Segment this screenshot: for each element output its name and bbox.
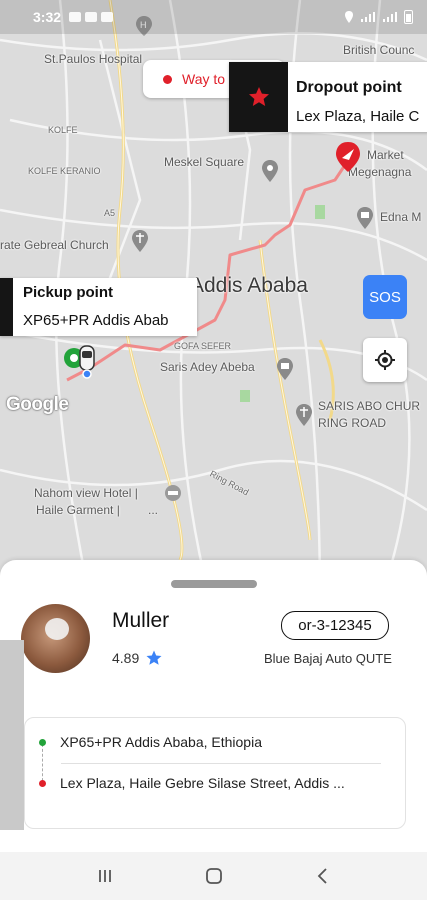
pickup-dot-icon bbox=[39, 738, 46, 746]
status-bar: 3:32 bbox=[0, 0, 427, 34]
notification-icon bbox=[69, 12, 82, 22]
shopping-pin-icon bbox=[277, 358, 293, 380]
system-navigation-bar bbox=[0, 852, 427, 900]
crosshair-icon bbox=[375, 350, 395, 370]
driver-name: Muller bbox=[112, 609, 170, 632]
notification-icon bbox=[101, 12, 114, 22]
status-time: 3:32 bbox=[33, 9, 62, 25]
map-label: Edna M bbox=[380, 210, 422, 224]
driver-avatar bbox=[21, 604, 90, 673]
map-label: Nahom view Hotel | bbox=[34, 486, 138, 500]
pickup-address: XP65+PR Addis Abab bbox=[23, 312, 169, 329]
mall-pin-icon bbox=[357, 207, 373, 229]
rating-value: 4.89 bbox=[112, 650, 140, 666]
red-dot-icon bbox=[163, 74, 172, 84]
back-button[interactable] bbox=[303, 856, 343, 896]
sheet-drag-handle[interactable] bbox=[171, 580, 257, 588]
screen: St.Paulos Hospital British Counc Meskel … bbox=[0, 0, 427, 900]
route-pickup-address: XP65+PR Addis Ababa, Ethiopia bbox=[60, 734, 262, 750]
map-label: Saris Adey Abeba bbox=[160, 360, 255, 374]
hotel-pin-icon bbox=[165, 485, 181, 501]
map-label: GOFA SEFER bbox=[174, 341, 232, 351]
notification-icon bbox=[85, 12, 98, 22]
sos-button[interactable]: SOS bbox=[363, 275, 407, 319]
pickup-accent-bar bbox=[0, 278, 13, 336]
dropout-point-card[interactable]: Dropout point Lex Plaza, Haile C bbox=[229, 62, 427, 132]
side-overlay-strip bbox=[0, 640, 24, 830]
map-label: A5 bbox=[104, 208, 116, 218]
back-arrow-icon bbox=[317, 868, 327, 884]
drop-location-marker-icon bbox=[336, 142, 360, 172]
map-label: Meskel Square bbox=[164, 155, 245, 169]
map-label-city: Addis Ababa bbox=[190, 274, 308, 297]
star-icon bbox=[248, 87, 269, 106]
church-pin-icon bbox=[296, 404, 312, 426]
home-icon bbox=[205, 868, 222, 884]
location-icon bbox=[345, 11, 353, 23]
map-label: British Counc bbox=[343, 43, 415, 57]
dropout-star-box bbox=[229, 62, 288, 132]
map-label: ... bbox=[148, 503, 159, 517]
pickup-title: Pickup point bbox=[23, 284, 113, 301]
trip-details-sheet[interactable]: Muller 4.89 or-3-12345 Blue Bajaj Auto Q… bbox=[0, 560, 427, 852]
vehicle-description: Blue Bajaj Auto QUTE bbox=[264, 651, 392, 666]
drop-dot-icon bbox=[39, 779, 46, 787]
pickup-point-card[interactable]: Pickup point XP65+PR Addis Abab bbox=[0, 278, 197, 336]
dropout-title: Dropout point bbox=[296, 79, 402, 96]
map-label: SARIS ABO CHUR bbox=[318, 399, 421, 413]
google-logo: Google bbox=[6, 394, 69, 415]
route-drop-row: Lex Plaza, Haile Gebre Silase Street, Ad… bbox=[39, 775, 345, 791]
wifi-signal-icon bbox=[383, 12, 397, 22]
map-label: KOLFE bbox=[48, 125, 78, 135]
route-pickup-row: XP65+PR Addis Ababa, Ethiopia bbox=[39, 734, 262, 750]
star-icon bbox=[146, 650, 162, 665]
pickup-location-marker-icon bbox=[64, 345, 95, 379]
landmark-pin-icon bbox=[262, 160, 278, 182]
home-button[interactable] bbox=[194, 856, 234, 896]
driver-rating: 4.89 bbox=[112, 649, 163, 667]
notification-icons bbox=[69, 12, 114, 22]
church-pin-icon bbox=[132, 230, 148, 252]
divider bbox=[61, 763, 381, 764]
route-summary: XP65+PR Addis Ababa, Ethiopia Lex Plaza,… bbox=[24, 717, 406, 829]
battery-icon bbox=[404, 10, 413, 24]
my-location-button[interactable] bbox=[363, 338, 407, 382]
map-label: RING ROAD bbox=[318, 416, 387, 430]
recent-apps-button[interactable] bbox=[85, 856, 125, 896]
dropout-address: Lex Plaza, Haile C bbox=[296, 108, 420, 125]
plate-number-badge: or-3-12345 bbox=[281, 611, 389, 640]
map-label: KOLFE KERANIO bbox=[28, 166, 101, 176]
map-label: St.Paulos Hospital bbox=[44, 52, 143, 66]
route-drop-address: Lex Plaza, Haile Gebre Silase Street, Ad… bbox=[60, 775, 345, 791]
system-icons bbox=[344, 10, 413, 24]
signal-icon bbox=[361, 12, 375, 22]
map-label: Market bbox=[367, 148, 404, 162]
map-label: rate Gebreal Church bbox=[0, 238, 109, 252]
map-label: Haile Garment | bbox=[36, 503, 120, 517]
recent-apps-icon bbox=[98, 870, 111, 882]
